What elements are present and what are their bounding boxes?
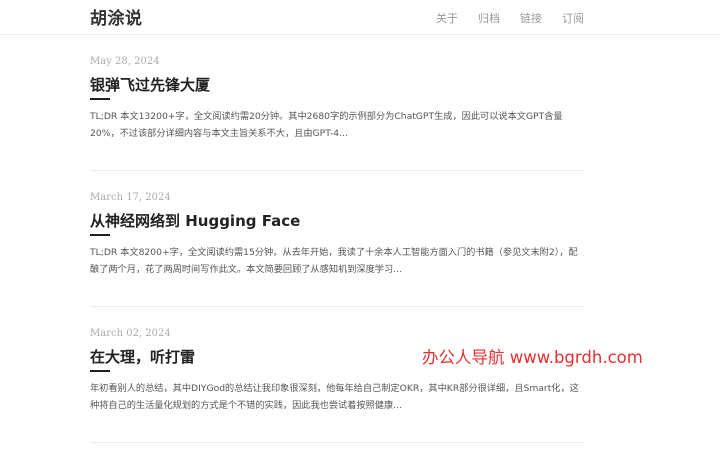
- nav-subscribe-link[interactable]: 订阅: [562, 10, 584, 26]
- site-header: 胡涂说 关于 归档 链接 订阅: [0, 0, 720, 35]
- post-item: May 28, 2024 银弹飞过先锋大厦 TL;DR 本文13200+字，全文…: [90, 35, 584, 171]
- post-date: March 02, 2024: [90, 328, 171, 339]
- site-title-link[interactable]: 胡涂说: [90, 4, 143, 29]
- post-date: May 28, 2024: [90, 56, 160, 67]
- nav-about-link[interactable]: 关于: [436, 10, 458, 26]
- post-excerpt: 年初看别人的总结，其中DIYGod的总结让我印象很深刻，他每年给自己制定OKR，…: [90, 383, 579, 411]
- title-underline: [90, 98, 110, 100]
- post-date: March 17, 2024: [90, 192, 171, 203]
- main-nav: 关于 归档 链接 订阅: [416, 10, 584, 26]
- post-title-link[interactable]: 银弹飞过先锋大厦: [90, 74, 210, 95]
- post-item: March 02, 2024 在大理，听打雷 年初看别人的总结，其中DIYGod…: [90, 307, 584, 443]
- title-underline: [90, 234, 110, 236]
- nav-links-link[interactable]: 链接: [520, 10, 542, 26]
- post-excerpt: TL;DR 本文8200+字，全文阅读约需15分钟。从去年开始，我读了十余本人工…: [90, 247, 578, 275]
- post-item: March 17, 2024 从神经网络到 Hugging Face TL;DR…: [90, 171, 584, 307]
- post-excerpt: TL;DR 本文13200+字，全文阅读约需20分钟。其中2680字的示例部分为…: [90, 111, 563, 139]
- title-underline: [90, 370, 110, 372]
- post-list: May 28, 2024 银弹飞过先锋大厦 TL;DR 本文13200+字，全文…: [90, 35, 584, 443]
- post-title-link[interactable]: 从神经网络到 Hugging Face: [90, 210, 300, 231]
- watermark-text: 办公人导航 www.bgrdh.com: [422, 348, 643, 367]
- nav-archive-link[interactable]: 归档: [478, 10, 500, 26]
- post-title-link[interactable]: 在大理，听打雷: [90, 346, 195, 367]
